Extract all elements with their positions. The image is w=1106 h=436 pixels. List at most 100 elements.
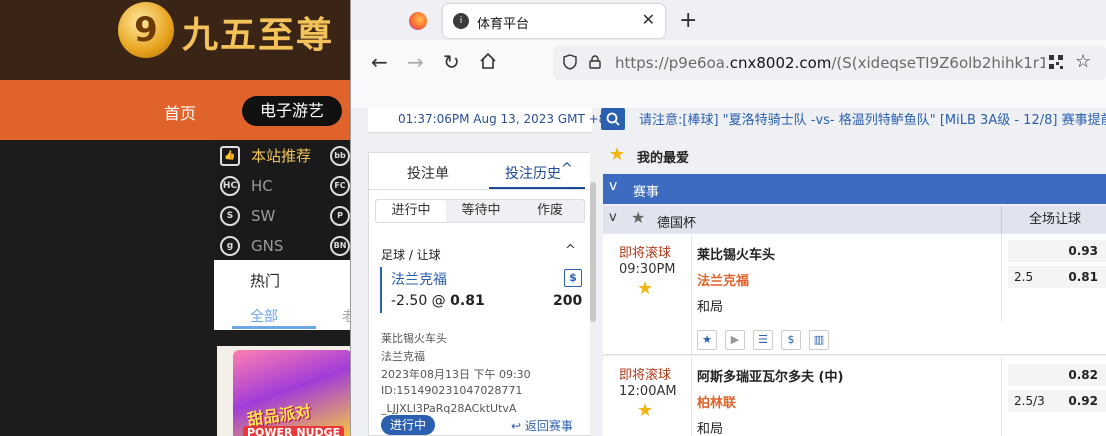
favorites-label: 我的最爱 <box>637 151 690 166</box>
bng-logo-icon[interactable]: BN <box>330 236 350 256</box>
tab-bet-history[interactable]: 投注历史 <box>505 163 561 183</box>
slip-scrollbar[interactable] <box>590 152 598 436</box>
play-icon[interactable]: ▶ <box>725 330 745 350</box>
match-status: 即将滚球 <box>619 246 672 261</box>
chevron-up-icon[interactable]: ^ <box>565 243 576 258</box>
favorites-row[interactable]: ★ 我的最爱 <box>603 142 1106 172</box>
column-header: 全场让球 <box>1001 206 1106 234</box>
tab-bet-slip[interactable]: 投注单 <box>407 163 449 183</box>
odds-cell[interactable]: 2.5/3 0.92 <box>1008 390 1106 412</box>
fc-logo-icon[interactable]: FC <box>330 176 350 196</box>
bookmark-star-icon[interactable]: ☆ <box>1075 51 1091 72</box>
odds-cell[interactable]: 2.5 0.81 <box>1008 266 1106 288</box>
bet-detail-id: ID:151490231047028771 <box>381 384 523 397</box>
back-button[interactable]: ← <box>371 52 388 72</box>
status-badge: 进行中 <box>381 415 435 435</box>
filter-waiting[interactable]: 等待中 <box>448 200 514 222</box>
match-draw: 和局 <box>697 422 724 436</box>
lock-icon[interactable] <box>589 55 601 69</box>
stats-list-icon[interactable]: ☰ <box>753 330 773 350</box>
bg-menu-item[interactable]: HC HC FC <box>214 172 352 200</box>
return-arrow-icon: ↩ <box>511 419 522 433</box>
chevron-down-icon[interactable]: v <box>609 210 617 225</box>
qr-code-icon[interactable] <box>1049 55 1063 69</box>
forward-button[interactable]: → <box>407 52 424 72</box>
filter-running[interactable]: 进行中 <box>376 200 446 222</box>
star-icon[interactable]: ★ <box>631 208 645 227</box>
match-home: 阿斯多瑞亚瓦尔多夫 (中) <box>697 370 844 385</box>
odds-column: 0.93 2.5 0.81 <box>1001 234 1106 322</box>
bg-hot-all-tab[interactable]: 全部 <box>250 306 278 326</box>
dollar-icon[interactable]: $ <box>781 330 801 350</box>
match-time: 12:00AM <box>619 384 677 399</box>
home-button[interactable] <box>479 52 497 73</box>
favorite-star-icon[interactable]: ★ <box>697 330 717 350</box>
server-time: 01:37:06PM Aug 13, 2023 GMT +8 <box>398 112 607 126</box>
chevron-down-icon: v <box>609 178 618 194</box>
time-bar: 01:37:06PM Aug 13, 2023 GMT +8 <box>368 108 606 133</box>
bg-nav-active[interactable]: 电子游艺 <box>242 96 342 126</box>
odds-cell[interactable]: 0.82 <box>1008 364 1106 386</box>
url-bar[interactable]: https://p9e6oa.cnx8002.com/(S(xideqseTI9… <box>553 46 1106 80</box>
odds-line: 2.5 <box>1014 270 1034 284</box>
new-tab-button[interactable]: + <box>679 8 697 33</box>
league-name: 德国杯 <box>657 216 697 231</box>
scrollbar-thumb[interactable] <box>590 182 596 322</box>
notice-ticker[interactable]: 请注意:[棒球] "夏洛特骑士队 -vs- 格温列特鲈鱼队" [MiLB 3A级… <box>639 109 1106 128</box>
odds-value: 0.92 <box>1068 394 1098 408</box>
odds-value: 0.93 <box>1068 244 1098 258</box>
star-icon[interactable]: ★ <box>637 278 653 299</box>
bar-chart-icon[interactable]: ▥ <box>809 330 829 350</box>
dollar-icon[interactable]: $ <box>564 269 582 287</box>
url-text: https://p9e6oa.cnx8002.com/(S(xideqseTI9… <box>615 54 1045 72</box>
gns-logo-icon: g <box>220 236 240 256</box>
chevron-up-icon[interactable]: ^ <box>561 161 573 177</box>
background-website: 9 九五至尊 首页 电子游艺 👍 本站推荐 bb HC HC FC S SW P… <box>0 0 352 436</box>
return-to-match-link[interactable]: ↩ 返回赛事 <box>511 417 573 434</box>
tab-bar: i 体育平台 ✕ + <box>351 0 1106 40</box>
browser-tab[interactable]: i 体育平台 ✕ <box>443 4 665 38</box>
bg-menu-item[interactable]: g GNS BN <box>214 232 352 260</box>
bg-game-card[interactable]: 甜品派对 POWER NUDGE <box>217 346 352 436</box>
tab-title: 体育平台 <box>477 17 530 32</box>
p-logo-icon[interactable]: P <box>330 206 350 226</box>
match-row[interactable]: 即将滚球 09:30PM ★ 莱比锡火车头 法兰克福 和局 0.93 2.5 0.… <box>603 234 1106 355</box>
match-row[interactable]: 即将滚球 12:00AM ★ 阿斯多瑞亚瓦尔多夫 (中) 柏林联 和局 0.82… <box>603 356 1106 436</box>
close-icon[interactable]: ✕ <box>642 10 655 29</box>
search-icon <box>606 112 620 126</box>
bet-type: 足球 / 让球 <box>381 248 441 262</box>
url-domain: cnx8002.com <box>729 54 832 72</box>
events-header[interactable]: v 赛事 <box>603 174 1106 204</box>
bet-odds: -2.50 @ 0.81 <box>391 293 485 309</box>
url-suffix: /(S(xideqseTI9Z6olb2hihk1r1upvaa <box>831 54 1045 72</box>
hc-logo-icon: HC <box>220 176 240 196</box>
bg-nav: 首页 电子游艺 <box>0 80 352 140</box>
shield-icon[interactable] <box>563 54 577 70</box>
odds-cell[interactable]: 0.93 <box>1008 240 1106 262</box>
events-label: 赛事 <box>633 185 660 200</box>
bet-detail-home: 莱比锡火车头 <box>381 332 447 345</box>
match-away: 法兰克福 <box>697 274 750 289</box>
league-row[interactable]: v ★ 德国杯 全场让球 <box>603 206 1106 234</box>
search-button[interactable] <box>601 108 625 130</box>
sports-page: 01:37:06PM Aug 13, 2023 GMT +8 请注意:[棒球] … <box>351 108 1106 436</box>
filter-void[interactable]: 作废 <box>516 200 584 222</box>
bg-menu-item[interactable]: 👍 本站推荐 bb <box>214 142 352 170</box>
odds-line: 2.5/3 <box>1014 394 1045 408</box>
match-home: 莱比锡火车头 <box>697 248 776 263</box>
home-icon <box>480 52 496 69</box>
browser-window: i 体育平台 ✕ + ← → ↻ https://p9e6oa.cnx8002.… <box>350 0 1106 436</box>
star-icon[interactable]: ★ <box>637 400 653 421</box>
bb-icon[interactable]: bb <box>330 146 350 166</box>
url-prefix: https://p9e6oa. <box>615 54 730 72</box>
bg-nav-home[interactable]: 首页 <box>164 100 196 124</box>
reload-button[interactable]: ↻ <box>443 52 460 72</box>
bg-game-subtitle: POWER NUDGE <box>243 426 345 436</box>
bg-logo-mark-text: 9 <box>134 10 158 50</box>
divider <box>369 189 591 190</box>
return-label: 返回赛事 <box>524 419 573 433</box>
firefox-icon[interactable] <box>409 12 427 30</box>
bg-menu-item[interactable]: S SW P <box>214 202 352 230</box>
bet-stake: 200 <box>553 293 583 309</box>
bg-game-art: 甜品派对 POWER NUDGE <box>233 350 352 436</box>
